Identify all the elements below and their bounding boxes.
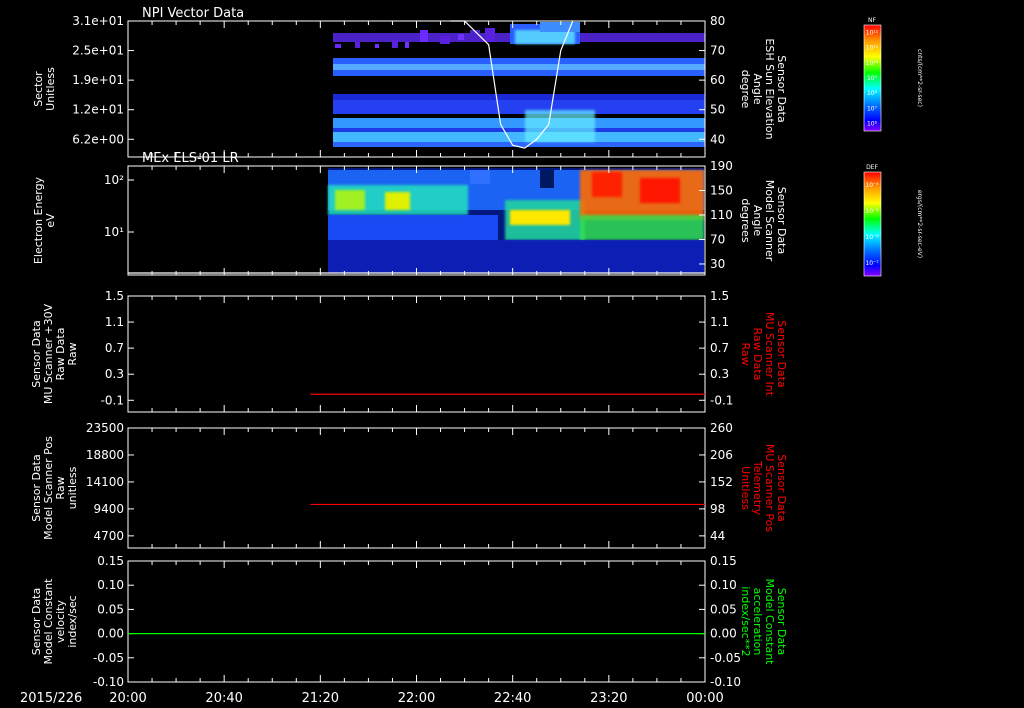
date-label: 2015/226 bbox=[20, 691, 82, 706]
ytick-label: 6.2e+00 bbox=[72, 132, 124, 146]
y2tick-label: 0.05 bbox=[710, 602, 737, 616]
ylabel: Sensor DataModel Scanner PosRawunitless bbox=[30, 436, 79, 540]
y2tick-label: 110 bbox=[710, 208, 733, 222]
time-axis: 2015/226 20:00 20:40 21:20 22:00 22:40 23:20 00… bbox=[20, 691, 724, 706]
ytick-label: -0.10 bbox=[93, 675, 124, 689]
ytick-label: 1.9e+01 bbox=[72, 73, 124, 87]
y2tick-label: 80 bbox=[710, 14, 725, 28]
y2tick-label: 40 bbox=[710, 132, 725, 146]
ytick-label: 0.7 bbox=[105, 341, 124, 355]
panel-frame bbox=[127, 560, 706, 683]
y2tick-label: 0.00 bbox=[710, 627, 737, 641]
y2label: Sensor DataESH Sun ElevationAngledegree bbox=[739, 38, 788, 139]
npi-heatmap bbox=[333, 22, 705, 147]
ytick-label: 1.2e+01 bbox=[72, 103, 124, 117]
colorbar-tick: 10⁻⁴ bbox=[865, 182, 879, 189]
time-tick-label: 20:00 bbox=[109, 691, 146, 706]
ytick-label: 9400 bbox=[93, 502, 124, 516]
y2tick-label: 60 bbox=[710, 73, 725, 87]
y2tick-label: 1.1 bbox=[710, 315, 729, 329]
colorbar-tick: 10⁶ bbox=[867, 120, 878, 127]
y2tick-label: 190 bbox=[710, 159, 733, 173]
ytick-label: 23500 bbox=[86, 421, 124, 435]
ytick-label: 0.10 bbox=[97, 578, 124, 592]
y2tick-label: 152 bbox=[710, 475, 733, 489]
y2tick-label: 1.5 bbox=[710, 289, 729, 303]
ytick-label: 18800 bbox=[86, 448, 124, 462]
time-tick-label: 00:00 bbox=[686, 691, 723, 706]
els-heatmap bbox=[328, 168, 704, 273]
panel-4: 23500 18800 14100 9400 4700 260 206 152 98 44 Sens… bbox=[30, 421, 788, 549]
ytick-label: 10² bbox=[104, 173, 124, 187]
panel-3: 1.5 1.1 0.7 0.3 -0.1 1.5 1.1 0.7 0.3 -0.1 Sensor D… bbox=[30, 289, 788, 413]
ytick-label: 14100 bbox=[86, 475, 124, 489]
y2tick-label: -0.05 bbox=[710, 651, 741, 665]
y2tick-label: 0.7 bbox=[710, 341, 729, 355]
time-tick-label: 23:20 bbox=[590, 691, 627, 706]
colorbar-unit: cnts/(cm**2-sr-sec) bbox=[916, 49, 923, 107]
colorbar-label: DEF bbox=[866, 164, 878, 171]
y2tick-label: 260 bbox=[710, 421, 733, 435]
ytick-label: 4700 bbox=[93, 529, 124, 543]
ytick-label: -0.05 bbox=[93, 651, 124, 665]
colorbar-tick: 10⁻⁷ bbox=[865, 260, 879, 267]
y2tick-label: 98 bbox=[710, 502, 725, 516]
y2tick-label: 0.15 bbox=[710, 554, 737, 568]
multi-panel-chart: 3.1e+01 2.5e+01 1.9e+01 1.2e+01 6.2e+00 80 70 6… bbox=[20, 6, 923, 706]
ylabel: Sensor DataMU Scanner +30VRaw DataRaw bbox=[30, 303, 79, 404]
colorbar-tick: 10⁻⁵ bbox=[865, 208, 879, 215]
y2tick-label: 0.10 bbox=[710, 578, 737, 592]
colorbar-tick: 10⁸ bbox=[867, 90, 878, 97]
ytick-label: 1.1 bbox=[105, 315, 124, 329]
ytick-label: 0.3 bbox=[105, 367, 124, 381]
ylabel: Sensor DataModel Constantvelocityindex/s… bbox=[30, 578, 79, 665]
y2tick-label: 44 bbox=[710, 529, 725, 543]
panel-frame bbox=[127, 427, 706, 549]
y2tick-label: -0.10 bbox=[710, 675, 741, 689]
colorbar-tick: 10¹¹ bbox=[866, 45, 879, 52]
colorbar-tick: 10¹² bbox=[866, 30, 879, 37]
y2tick-label: -0.1 bbox=[710, 393, 733, 407]
time-tick-label: 21:20 bbox=[302, 691, 339, 706]
ytick-label: 0.15 bbox=[97, 554, 124, 568]
y2tick-label: 30 bbox=[710, 257, 725, 271]
colorbar-tick: 10⁻⁶ bbox=[865, 234, 879, 241]
colorbar-label: NF bbox=[868, 17, 876, 24]
ytick-label: 0.00 bbox=[97, 627, 124, 641]
time-tick-label: 22:00 bbox=[398, 691, 435, 706]
ytick-label: 10¹ bbox=[104, 225, 124, 239]
ytick-label: 2.5e+01 bbox=[72, 44, 124, 58]
ylabel: SectorUnitless bbox=[32, 67, 57, 111]
y2tick-label: 206 bbox=[710, 448, 733, 462]
ytick-label: -0.1 bbox=[101, 393, 124, 407]
colorbar-tick: 10⁹ bbox=[867, 75, 878, 82]
y2label: Sensor DataModel ScannerAngledegrees bbox=[739, 180, 788, 262]
y2tick-label: 150 bbox=[710, 183, 733, 197]
y2label: Sensor DataMU Scanner PosTelemetryUnitle… bbox=[739, 444, 788, 533]
time-tick-label: 20:40 bbox=[205, 691, 242, 706]
y2tick-label: 70 bbox=[710, 232, 725, 246]
time-tick-label: 22:40 bbox=[494, 691, 531, 706]
ytick-label: 0.05 bbox=[97, 602, 124, 616]
ylabel: Electron EnergyeV bbox=[32, 176, 57, 264]
y2label: Sensor DataMU Scanner IntRaw DataRaw bbox=[739, 312, 788, 397]
y2tick-label: 0.3 bbox=[710, 367, 729, 381]
y2tick-label: 50 bbox=[710, 103, 725, 117]
panel-5: 0.15 0.10 0.05 0.00 -0.05 -0.10 0.15 0.10 0.05 0.… bbox=[30, 554, 788, 689]
panel-title: NPI Vector Data bbox=[142, 6, 244, 21]
colorbar-tick: 10¹⁰ bbox=[866, 60, 879, 67]
panel-title: MEx ELS-01 LR bbox=[142, 151, 239, 166]
ytick-label: 1.5 bbox=[105, 289, 124, 303]
ytick-label: 3.1e+01 bbox=[72, 14, 124, 28]
y2tick-label: 70 bbox=[710, 44, 725, 58]
y2label: Sensor DataModel Constantaccelerationind… bbox=[739, 579, 788, 666]
colorbar-tick: 10⁷ bbox=[867, 105, 878, 112]
colorbar-unit: ergs/(cm**2-sr-sec-eV) bbox=[916, 190, 923, 258]
